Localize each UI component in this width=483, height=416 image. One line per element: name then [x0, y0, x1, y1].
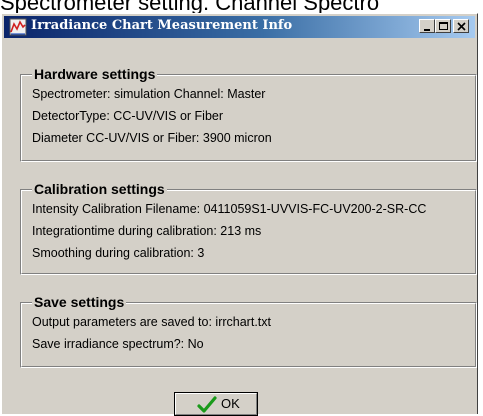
save-spectrum-info: Save irradiance spectrum?: No — [32, 337, 204, 351]
ok-button[interactable]: OK — [174, 392, 258, 416]
save-settings-legend: Save settings — [32, 293, 127, 311]
output-file-info: Output parameters are saved to: irrchart… — [32, 315, 271, 329]
maximize-button[interactable] — [435, 19, 451, 33]
hardware-settings-group: Hardware settings Spectrometer: simulati… — [20, 65, 477, 162]
spectrometer-info: Spectrometer: simulation Channel: Master — [32, 87, 266, 101]
ok-button-label: OK — [221, 396, 240, 411]
app-chart-icon — [9, 18, 27, 36]
minimize-icon — [424, 29, 430, 31]
detector-type-info: DetectorType: CC-UV/VIS or Fiber — [32, 109, 224, 123]
minimize-button[interactable] — [419, 19, 435, 33]
calibration-filename-info: Intensity Calibration Filename: 0411059S… — [32, 202, 427, 216]
title-bar[interactable]: Irradiance Chart Measurement Info — [4, 16, 475, 38]
close-icon — [457, 22, 466, 31]
maximize-icon — [439, 22, 448, 30]
window-title: Irradiance Chart Measurement Info — [31, 18, 293, 33]
close-button[interactable] — [453, 19, 469, 33]
calibration-settings-group: Calibration settings Intensity Calibrati… — [20, 180, 477, 275]
integration-time-info: Integrationtime during calibration: 213 … — [32, 224, 262, 238]
hardware-settings-legend: Hardware settings — [32, 65, 158, 83]
irradiance-info-dialog: Irradiance Chart Measurement Info Hardwa… — [1, 13, 478, 414]
diameter-info: Diameter CC-UV/VIS or Fiber: 3900 micron — [32, 131, 272, 145]
calibration-settings-legend: Calibration settings — [32, 180, 167, 198]
smoothing-info: Smoothing during calibration: 3 — [32, 246, 205, 260]
save-settings-group: Save settings Output parameters are save… — [20, 293, 477, 368]
checkmark-icon — [197, 396, 217, 413]
